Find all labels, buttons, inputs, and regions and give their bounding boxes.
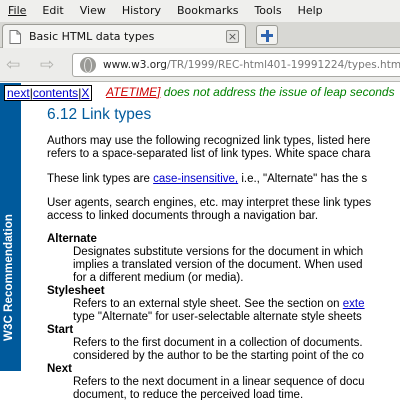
contents-link[interactable]: contents [33, 86, 78, 100]
definition-line: implies a translated version of the docu… [73, 259, 363, 271]
user-agents-line-1: User agents, search engines, etc. may in… [47, 197, 372, 209]
tab-title: Basic HTML data types [29, 30, 155, 43]
menu-view-label: View [79, 4, 106, 17]
term-stylesheet: Stylesheet [47, 285, 105, 297]
user-agents-line-2: access to linked documents through a nav… [47, 210, 319, 222]
menu-help-label: Help [297, 4, 323, 17]
case-paragraph: These link types are case-insensitive, i… [47, 173, 367, 186]
menu-bookmarks-label: Bookmarks [176, 4, 239, 17]
case-insensitive-link[interactable]: case-insensitive, [153, 173, 238, 185]
stylesheet-text: Refers to an external style sheet. See t… [73, 298, 343, 310]
tab-basic-html-data-types[interactable]: Basic HTML data types × [2, 24, 246, 48]
plus-icon-vertical [265, 29, 269, 42]
definition-line: Designates substitute versions for the d… [73, 246, 364, 258]
previous-section-text: ATETIME] does not address the issue of l… [106, 85, 395, 99]
url-host: www.w3.org [103, 59, 167, 71]
link-types-list: Alternate Designates substitute versions… [47, 233, 365, 400]
intro-paragraph: Authors may use the following recognized… [47, 135, 370, 161]
close-tab-icon[interactable]: × [226, 30, 239, 43]
leap-seconds-note: does not address the issue of leap secon… [160, 85, 395, 99]
user-agents-paragraph: User agents, search engines, etc. may in… [47, 197, 371, 223]
term-start: Start [47, 324, 74, 336]
datetime-reference-link[interactable]: ATETIME] [106, 85, 160, 99]
term-alternate: Alternate [47, 233, 97, 245]
page-content: W3C Recommendation next|contents|X ATETI… [0, 83, 400, 400]
menu-edit[interactable]: Edit [34, 0, 71, 22]
globe-icon [80, 57, 96, 73]
case-text-after: i.e., "Alternate" has the s [238, 173, 368, 185]
document-icon [9, 29, 21, 44]
definition-line: for a different medium (or media). [73, 272, 244, 284]
w3c-recommendation-label: W3C Recommendation [3, 213, 15, 341]
forward-arrow-icon[interactable]: ⇨ [40, 55, 54, 75]
new-tab-button[interactable] [256, 25, 278, 45]
case-text-before: These link types are [47, 173, 154, 185]
menu-file-label: File [8, 4, 27, 17]
menu-tools-label: Tools [254, 4, 282, 17]
definition-line: type "Alternate" for user-selectable alt… [73, 311, 362, 323]
menu-view[interactable]: View [72, 0, 114, 22]
term-next: Next [47, 363, 72, 375]
definition-line: Refers to the next document in a linear … [73, 376, 365, 388]
definition-line: considered by the author to be the start… [73, 350, 364, 362]
menu-bar: File Edit View History Bookmarks Tools H… [0, 0, 400, 22]
menu-file[interactable]: File [0, 0, 34, 22]
url-path: /TR/1999/REC-html401-19991224/types.html… [166, 59, 400, 71]
external-style-sheets-link[interactable]: exte [343, 298, 365, 310]
menu-help[interactable]: Help [290, 0, 331, 22]
menu-edit-label: Edit [42, 4, 64, 17]
intro-line-1: Authors may use the following recognized… [47, 135, 371, 147]
navigation-bar: ⇦ ⇨ www.w3.org/TR/1999/REC-html401-19991… [0, 48, 400, 82]
definition-line: Refers to the first document in a collec… [73, 337, 363, 349]
w3c-recommendation-band[interactable]: W3C Recommendation [0, 83, 21, 371]
url-bar[interactable]: www.w3.org/TR/1999/REC-html401-19991224/… [72, 53, 400, 77]
definition-line: Refers to an external style sheet. See t… [47, 298, 365, 311]
close-nav-link[interactable]: X [81, 86, 89, 100]
menu-tools[interactable]: Tools [246, 0, 289, 22]
doc-nav-links: next|contents|X [4, 85, 93, 101]
tab-strip: Basic HTML data types × [0, 22, 400, 48]
next-link[interactable]: next [7, 86, 30, 100]
menu-bookmarks[interactable]: Bookmarks [169, 0, 246, 22]
definition-line: document, to reduce the perceived load t… [73, 389, 304, 400]
menu-history-label: History [121, 4, 161, 17]
intro-line-2: refers to a space-separated list of link… [47, 148, 371, 160]
menu-history[interactable]: History [114, 0, 169, 22]
section-heading: 6.12 Link types [47, 106, 152, 123]
back-arrow-icon[interactable]: ⇦ [6, 55, 20, 75]
